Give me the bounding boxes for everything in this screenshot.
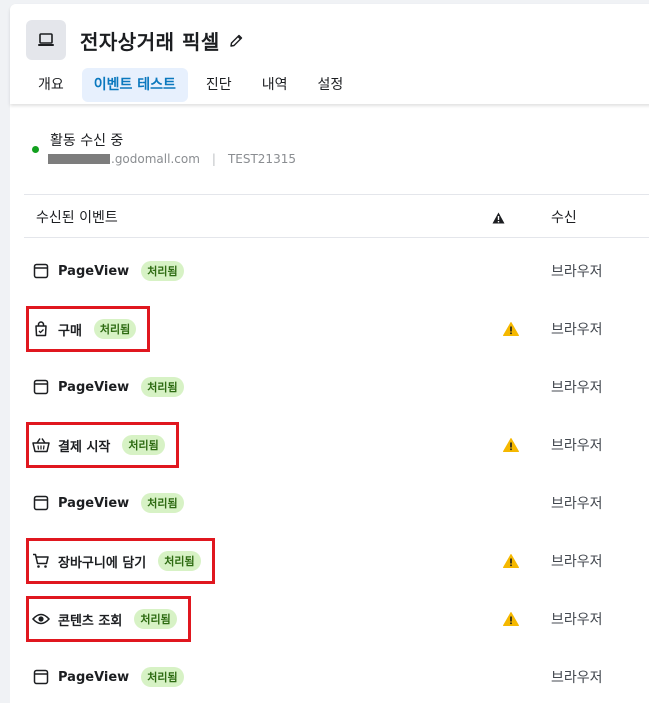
browser-window-icon [32,668,50,686]
domain-text: .godomall.com [111,152,200,166]
event-name: PageView [58,669,130,685]
pixel-panel: 전자상거래 픽셀 개요 이벤트 테스트 진단 내역 설정 활동 수신 중 .go… [10,4,649,703]
status-badge: 처리됨 [141,377,184,397]
status-text: 활동 수신 중 [50,133,124,149]
received-source: 브라우저 [551,496,603,512]
separator: | [211,152,216,166]
received-source: 브라우저 [551,670,603,686]
status-badge: 처리됨 [141,493,184,513]
tab-history[interactable]: 내역 [250,68,300,102]
event-cell: PageView 처리됨 [32,648,184,703]
laptop-icon [26,20,66,60]
received-source: 브라우저 [551,438,603,454]
received-source: 브라우저 [551,612,603,628]
status-dot [32,146,39,153]
warning-header-icon [492,209,505,228]
tab-bar: 개요 이벤트 테스트 진단 내역 설정 [26,68,355,102]
column-header-received: 수신 [551,210,577,226]
browser-window-icon [32,262,50,280]
status-badge: 처리됨 [141,261,184,281]
received-source: 브라우저 [551,380,603,396]
event-cell: PageView 처리됨 [32,474,184,532]
panel-header: 전자상거래 픽셀 개요 이벤트 테스트 진단 내역 설정 [10,4,649,104]
event-name: PageView [58,379,130,395]
event-name: PageView [58,263,130,279]
domain-line: .godomall.com | TEST21315 [48,152,296,166]
received-source: 브라우저 [551,322,603,338]
page-title: 전자상거래 픽셀 [80,26,244,55]
highlight-box [26,596,191,642]
tab-test-events[interactable]: 이벤트 테스트 [81,68,188,102]
pencil-icon[interactable] [228,33,244,49]
received-source: 브라우저 [551,554,603,570]
event-cell: PageView 처리됨 [32,242,184,300]
tab-overview[interactable]: 개요 [26,68,76,102]
event-row[interactable]: PageView 처리됨 브라우저 [24,358,649,416]
tab-settings[interactable]: 설정 [305,68,355,102]
status-badge: 처리됨 [141,667,184,687]
page-title-text: 전자상거래 픽셀 [80,30,220,54]
browser-window-icon [32,378,50,396]
highlight-box [26,538,215,584]
event-row[interactable]: PageView 처리됨 브라우저 [24,242,649,300]
received-source: 브라우저 [551,264,603,280]
tab-diagnostics[interactable]: 진단 [194,68,244,102]
warning-icon[interactable] [503,590,519,648]
warning-icon[interactable] [503,532,519,590]
event-name: PageView [58,495,130,511]
highlight-box [26,422,179,468]
test-code: TEST21315 [227,152,296,166]
browser-window-icon [32,494,50,512]
warning-icon[interactable] [503,416,519,474]
warning-icon[interactable] [503,300,519,358]
event-row[interactable]: PageView 처리됨 브라우저 [24,648,649,703]
event-cell: PageView 처리됨 [32,358,184,416]
column-header-events: 수신된 이벤트 [36,210,118,226]
table-header: 수신된 이벤트 수신 [24,194,649,238]
event-row[interactable]: PageView 처리됨 브라우저 [24,474,649,532]
highlight-box [26,306,151,352]
redacted-text [48,154,110,164]
